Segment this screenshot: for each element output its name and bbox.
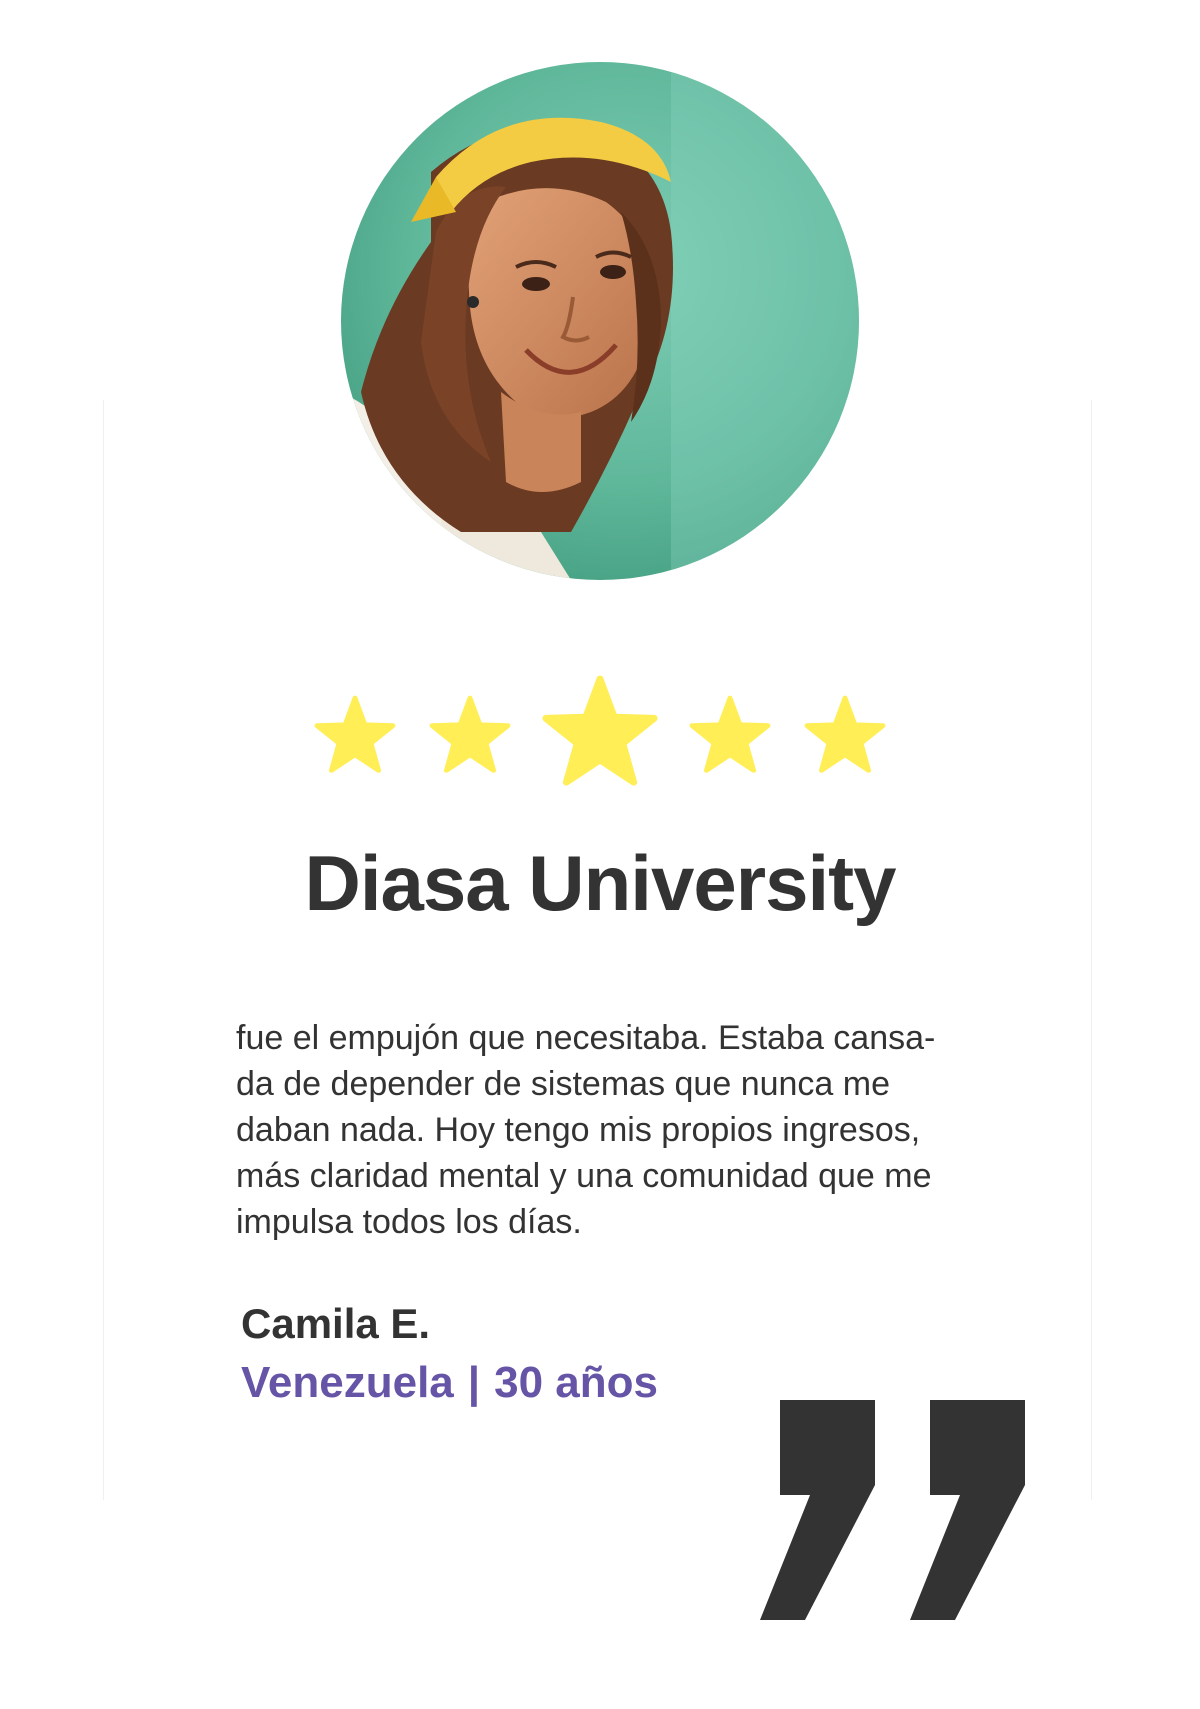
author-meta: Venezuela | 30 años: [241, 1358, 658, 1408]
closing-quote-icon: [760, 1400, 1025, 1620]
star-icon: [689, 695, 771, 773]
meta-separator: |: [467, 1358, 481, 1407]
star-icon: [429, 695, 511, 773]
testimonial-line: da de depender de sistemas que nunca me: [236, 1065, 891, 1103]
testimonial-line: fue el empujón que necesitaba. Estaba ca…: [236, 1019, 936, 1057]
testimonial-line: daban nada. Hoy tengo mis propios ingres…: [236, 1111, 921, 1149]
star-rating: [314, 675, 886, 786]
testimonial-text: fue el empujón que necesitaba. Estaba ca…: [236, 1015, 996, 1245]
avatar-photo: [341, 62, 859, 580]
star-icon: [804, 695, 886, 773]
testimonial-line: más claridad mental y una comunidad que …: [236, 1157, 932, 1195]
author-country: Venezuela: [241, 1358, 454, 1407]
author-age: 30 años: [494, 1358, 658, 1407]
page-title: Diasa University: [304, 839, 897, 927]
author-name: Camila E.: [241, 1300, 431, 1347]
avatar: [341, 62, 859, 580]
testimonial-line: impulsa todos los días.: [236, 1203, 582, 1241]
star-icon: [314, 695, 396, 773]
star-icon: [542, 675, 658, 786]
